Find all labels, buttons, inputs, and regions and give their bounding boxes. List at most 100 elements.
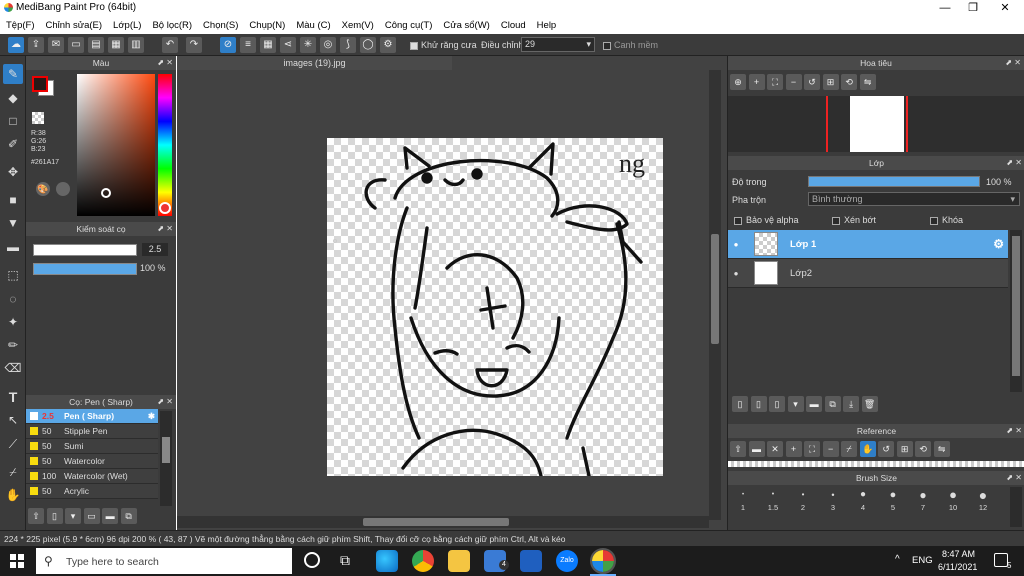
- curve-snap-icon[interactable]: ⟆: [340, 37, 356, 53]
- panel-close-icon[interactable]: ⬈ ✕: [1006, 156, 1022, 170]
- share-icon[interactable]: ⇪: [28, 37, 44, 53]
- magic-wand-icon[interactable]: ✦: [3, 312, 23, 332]
- scrollbar-thumb[interactable]: [1012, 236, 1020, 376]
- minimize-button[interactable]: —: [930, 0, 960, 16]
- grid-snap-icon[interactable]: ▦: [260, 37, 276, 53]
- divide-tool-icon[interactable]: ⟋: [3, 434, 23, 454]
- brush-size-preset[interactable]: ● 10: [938, 487, 968, 530]
- brush-item-sumi[interactable]: 50 Sumi: [26, 439, 158, 454]
- upload-icon[interactable]: ⇧: [730, 441, 746, 457]
- close-button[interactable]: ✕: [990, 0, 1020, 16]
- merge-layer-icon[interactable]: ⤓: [843, 396, 860, 412]
- copy-brush-icon[interactable]: ▭: [83, 508, 100, 524]
- windows-start-icon[interactable]: [10, 554, 24, 568]
- brush-size-value[interactable]: 2.5: [142, 243, 168, 256]
- brush-size-preset[interactable]: ● 7: [908, 487, 938, 530]
- pen-tool-icon[interactable]: ✐: [3, 134, 23, 154]
- clipping-checkbox[interactable]: [832, 215, 840, 225]
- lasso-tool-icon[interactable]: ◌: [3, 289, 23, 309]
- select-eraser-icon[interactable]: ⌫: [3, 358, 23, 378]
- ellipse-snap-icon[interactable]: ◯: [360, 37, 376, 53]
- page-icon[interactable]: ▤: [88, 37, 104, 53]
- menu-file[interactable]: Tệp(F): [6, 20, 35, 31]
- fit-window-icon[interactable]: ⊞: [896, 441, 913, 457]
- close-icon[interactable]: ✕: [767, 441, 784, 457]
- menu-window[interactable]: Cửa sổ(W): [443, 20, 489, 31]
- brush-size-preset[interactable]: • 1.5: [758, 487, 788, 530]
- duplicate-icon[interactable]: ⧉: [120, 508, 137, 524]
- cloud-icon[interactable]: ☁: [8, 37, 24, 53]
- gear-icon[interactable]: ✱: [148, 411, 155, 422]
- brush-tool-icon[interactable]: ✎: [3, 64, 23, 84]
- redo-icon[interactable]: ↷: [186, 37, 202, 53]
- file-explorer-icon[interactable]: [448, 550, 470, 572]
- clock-date[interactable]: 6/11/2021: [938, 562, 977, 572]
- brush-list-scrollbar[interactable]: [160, 411, 172, 506]
- chrome-icon[interactable]: [412, 550, 434, 572]
- undo-icon[interactable]: ↶: [162, 37, 178, 53]
- rect-tool-icon[interactable]: □: [3, 111, 23, 131]
- bucket-tool-icon[interactable]: ▼: [3, 213, 23, 233]
- menu-filter[interactable]: Bộ lọc(R): [152, 20, 192, 31]
- menu-layer[interactable]: Lớp(L): [113, 20, 141, 31]
- language-indicator[interactable]: ENG: [912, 555, 933, 566]
- brush-item-watercolor[interactable]: 50 Watercolor: [26, 454, 158, 469]
- new-brush-icon[interactable]: ▯: [46, 508, 63, 524]
- notification-icon[interactable]: [994, 553, 1008, 567]
- eyedropper-icon[interactable]: ⌿: [841, 441, 858, 457]
- eyedropper-icon[interactable]: ⌿: [3, 462, 23, 482]
- rotate-left-icon[interactable]: ↺: [804, 74, 821, 90]
- navigator-preview[interactable]: [728, 96, 1024, 152]
- select-tool-icon[interactable]: ⬚: [3, 265, 23, 285]
- palette-icon[interactable]: 🎨: [36, 182, 50, 196]
- flip-icon[interactable]: ⇋: [859, 74, 876, 90]
- maximize-button[interactable]: ❐: [958, 0, 988, 16]
- no-snap-icon[interactable]: ⊘: [220, 37, 236, 53]
- layer-opacity-slider[interactable]: [808, 176, 980, 187]
- zoom-out-icon[interactable]: −: [822, 441, 839, 457]
- scrollbar-thumb[interactable]: [162, 437, 170, 463]
- store-icon[interactable]: [520, 550, 542, 572]
- panel-close-icon[interactable]: ⬈ ✕: [157, 395, 173, 409]
- zoom-in-icon[interactable]: +: [748, 74, 765, 90]
- hue-slider[interactable]: [158, 74, 172, 216]
- comment-icon[interactable]: ▭: [68, 37, 84, 53]
- duplicate-layer-icon[interactable]: ⧉: [824, 396, 841, 412]
- delete-layer-icon[interactable]: 🗑: [861, 396, 878, 412]
- gradient-tool-icon[interactable]: ▬: [3, 237, 23, 257]
- layer-list-scrollbar[interactable]: [1010, 230, 1022, 392]
- panel-close-icon[interactable]: ⬈ ✕: [1006, 471, 1022, 485]
- task-view-icon[interactable]: ⧉: [340, 552, 350, 569]
- operation-tool-icon[interactable]: ↖: [3, 410, 23, 430]
- move-tool-icon[interactable]: ✥: [3, 162, 23, 182]
- blend-mode-select[interactable]: Bình thường ▾: [808, 192, 1020, 206]
- new-8bit-layer-icon[interactable]: ▯: [769, 396, 786, 412]
- eye-icon[interactable]: ●: [728, 269, 744, 278]
- fit-window-icon[interactable]: ⊞: [822, 74, 839, 90]
- vanish-snap-icon[interactable]: ⋖: [280, 37, 296, 53]
- eraser-tool-icon[interactable]: ◆: [3, 88, 23, 108]
- brush-size-preset[interactable]: • 3: [818, 487, 848, 530]
- brush-menu-icon[interactable]: ▾: [65, 508, 82, 524]
- open-folder-icon[interactable]: ▬: [748, 441, 765, 457]
- radial-snap-icon[interactable]: ✳: [300, 37, 316, 53]
- edge-icon[interactable]: [376, 550, 398, 572]
- panel-close-icon[interactable]: ⬈ ✕: [1006, 424, 1022, 438]
- antialias-checkbox[interactable]: [410, 40, 418, 50]
- menu-view[interactable]: Xem(V): [342, 20, 374, 31]
- layer-menu-icon[interactable]: ▾: [787, 396, 804, 412]
- hue-handle[interactable]: [159, 202, 171, 214]
- new-layer-icon[interactable]: ▯: [732, 396, 748, 412]
- layer-row-1[interactable]: ● Lớp 1 ⚙: [728, 230, 1008, 259]
- menu-select[interactable]: Chọn(S): [203, 20, 238, 31]
- rotate-left-icon[interactable]: ↺: [878, 441, 895, 457]
- canvas-vertical-scrollbar[interactable]: [709, 70, 721, 520]
- brush-opacity-slider[interactable]: [33, 263, 137, 275]
- taskbar-search[interactable]: ⚲ Type here to search: [36, 548, 292, 574]
- menu-snap[interactable]: Chụp(N): [249, 20, 285, 31]
- saturation-value-picker[interactable]: [77, 74, 155, 216]
- brush-item-watercolor-wet[interactable]: 100 Watercolor (Wet): [26, 469, 158, 484]
- snap-settings-icon[interactable]: ⚙: [380, 37, 396, 53]
- parallel-snap-icon[interactable]: ≡: [240, 37, 256, 53]
- fit-icon[interactable]: ⛶: [804, 441, 821, 457]
